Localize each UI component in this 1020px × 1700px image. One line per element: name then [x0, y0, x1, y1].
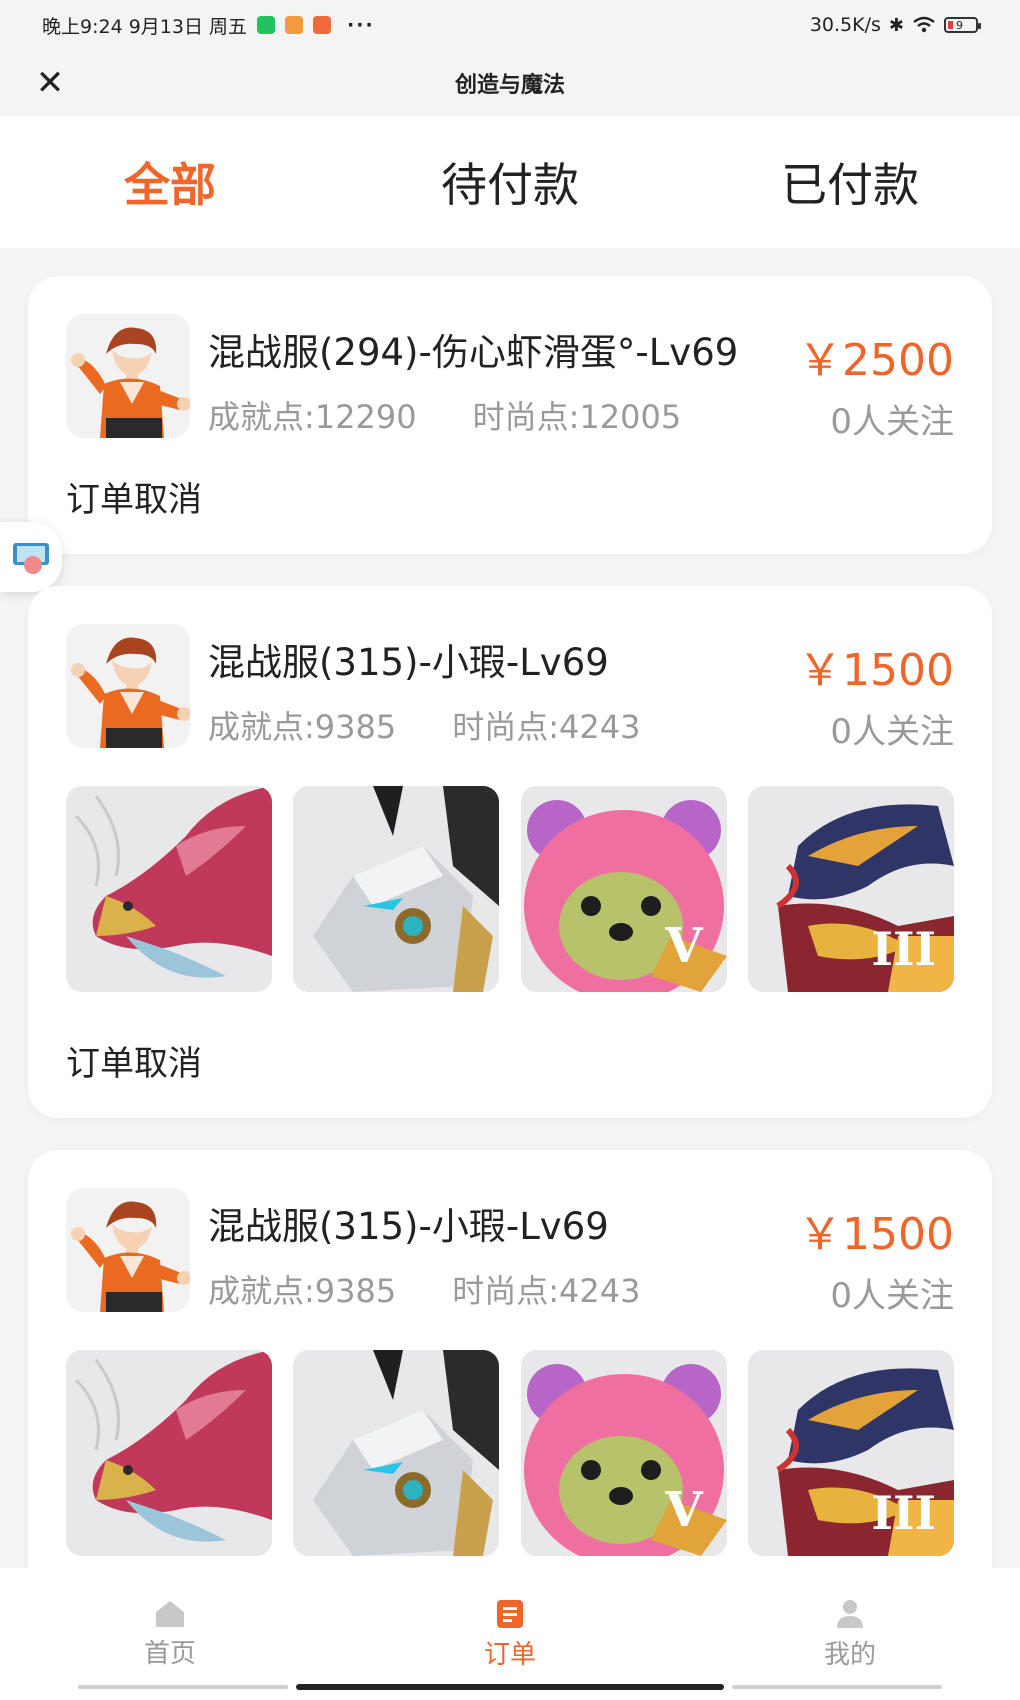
net-speed: 30.5K/s: [809, 14, 881, 36]
tab-all[interactable]: 全部: [0, 116, 340, 248]
nav-bar: ✕ 创造与魔法: [0, 50, 1020, 116]
item-thumbnails: V III: [66, 786, 954, 992]
page-title: 创造与魔法: [454, 73, 565, 98]
item-thumbnail-dragon-2[interactable]: III: [747, 1350, 954, 1556]
app-notification-icon-2: [313, 16, 332, 34]
rank-badge: III: [871, 1486, 936, 1540]
follow-count: 0人关注: [830, 1276, 954, 1316]
character-avatar: [66, 624, 190, 748]
order-meta: 成就点:9385 时尚点:4243: [208, 1266, 640, 1312]
bottom-nav: 首页 订单 我的: [0, 1568, 1020, 1700]
item-thumbnail-dragon[interactable]: [66, 1350, 272, 1556]
tab-pending-payment[interactable]: 待付款: [340, 116, 680, 248]
fashion-points: 时尚点:4243: [452, 708, 641, 746]
order-header: 混战服(294)-伤心虾滑蛋°-Lv69 成就点:12290 时尚点:12005…: [66, 314, 954, 442]
order-status: 订单取消: [66, 480, 202, 520]
bottom-nav-label: 我的: [823, 1639, 876, 1670]
home-indicator[interactable]: [296, 1684, 724, 1690]
rank-badge: V: [665, 1482, 703, 1538]
item-thumbnail-dragon-2[interactable]: III: [747, 786, 954, 992]
order-tabs: 全部 待付款 已付款: [0, 116, 1020, 248]
character-avatar: [66, 1188, 190, 1312]
item-thumbnail-mecha[interactable]: [293, 1350, 500, 1556]
order-card[interactable]: 混战服(294)-伤心虾滑蛋°-Lv69 成就点:12290 时尚点:12005…: [28, 276, 992, 554]
bottom-nav-label: 订单: [483, 1639, 536, 1670]
assistant-icon: [13, 543, 49, 574]
close-icon: ✕: [35, 63, 65, 103]
rank-badge: III: [871, 922, 936, 976]
bottom-nav-profile[interactable]: 我的: [680, 1568, 1020, 1700]
order-status: 订单取消: [66, 1044, 202, 1084]
tab-paid[interactable]: 已付款: [680, 116, 1020, 248]
fashion-points: 时尚点:12005: [472, 398, 682, 436]
order-title: 混战服(294)-伤心虾滑蛋°-Lv69: [208, 331, 739, 374]
order-header: 混战服(315)-小瑕-Lv69 成就点:9385 时尚点:4243 ￥1500…: [66, 624, 954, 752]
home-icon: [156, 1600, 184, 1627]
item-thumbnail-mecha[interactable]: [293, 786, 500, 992]
item-thumbnail-bear[interactable]: V: [520, 786, 727, 992]
item-thumbnail-bear[interactable]: V: [520, 1350, 727, 1556]
order-price: ￥2500: [798, 335, 954, 386]
order-title: 混战服(315)-小瑕-Lv69: [208, 1205, 609, 1248]
bottom-nav-home[interactable]: 首页: [0, 1568, 340, 1700]
achievement-points: 成就点:12290: [208, 398, 417, 436]
battery-level: 9: [956, 18, 963, 32]
order-meta: 成就点:12290 时尚点:12005: [208, 392, 681, 438]
close-button[interactable]: ✕: [30, 63, 70, 103]
rank-badge: V: [665, 918, 703, 974]
achievement-points: 成就点:9385: [208, 708, 397, 746]
gesture-bar-left: [78, 1685, 288, 1689]
bluetooth-icon: ✱: [888, 14, 904, 36]
order-price: ￥1500: [798, 645, 954, 696]
character-avatar: [66, 314, 190, 438]
order-title: 混战服(315)-小瑕-Lv69: [208, 641, 609, 684]
more-notifications: ···: [347, 14, 375, 36]
profile-icon: [837, 1599, 863, 1628]
order-price: ￥1500: [798, 1209, 954, 1260]
follow-count: 0人关注: [830, 402, 954, 442]
order-card[interactable]: 混战服(315)-小瑕-Lv69 成就点:9385 时尚点:4243 ￥1500…: [28, 586, 992, 1118]
floating-assistant-button[interactable]: [0, 522, 62, 592]
follow-count: 0人关注: [830, 712, 954, 752]
wechat-icon: [257, 16, 276, 34]
bottom-nav-label: 首页: [143, 1638, 196, 1669]
achievement-points: 成就点:9385: [208, 1272, 397, 1310]
app-notification-icon: [285, 16, 304, 34]
status-time: 晚上9:24 9月13日 周五: [42, 15, 248, 38]
item-thumbnails: V III: [66, 1350, 954, 1556]
item-thumbnail-dragon[interactable]: [66, 786, 272, 992]
wifi-icon: [913, 16, 935, 33]
fashion-points: 时尚点:4243: [452, 1272, 641, 1310]
order-meta: 成就点:9385 时尚点:4243: [208, 702, 640, 748]
bottom-nav-orders[interactable]: 订单: [340, 1568, 680, 1700]
order-icon: [497, 1599, 523, 1628]
status-bar: 晚上9:24 9月13日 周五 ··· 30.5K/s ✱ 9: [0, 0, 1020, 50]
gesture-bar-right: [732, 1685, 942, 1689]
order-header: 混战服(315)-小瑕-Lv69 成就点:9385 时尚点:4243 ￥1500…: [66, 1188, 954, 1316]
battery-icon: 9: [944, 17, 981, 33]
order-card[interactable]: 混战服(315)-小瑕-Lv69 成就点:9385 时尚点:4243 ￥1500…: [28, 1150, 992, 1610]
